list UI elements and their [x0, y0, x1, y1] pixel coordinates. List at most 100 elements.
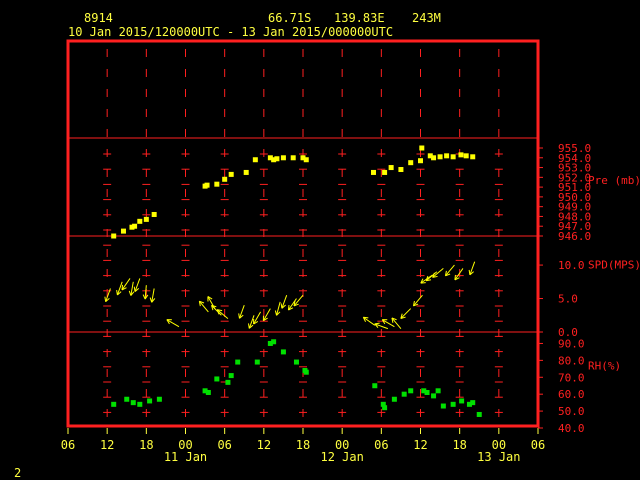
wind-arrow-head — [104, 296, 107, 302]
wind-arrow — [391, 317, 402, 329]
y-tick-label: 5.0 — [558, 293, 578, 306]
rh-point — [130, 400, 136, 406]
x-tick-label: 12 — [413, 438, 427, 452]
y-tick-label: 70.0 — [558, 371, 585, 384]
x-tick-label: 06 — [61, 438, 75, 452]
longitude: 139.83E — [334, 11, 385, 25]
pressure-point — [398, 167, 404, 173]
pressure-point — [243, 169, 249, 175]
plot-axes: 06 12 18 00 06 12 18 00 06 12 18 00 0611 Jan 12 Jan 13… — [61, 142, 640, 464]
wind-arrow — [454, 268, 464, 281]
pressure-point — [419, 145, 425, 151]
pressure-point — [371, 169, 376, 175]
wind-arrow — [128, 281, 135, 296]
wind-arrow-head — [287, 304, 290, 311]
rh-point — [124, 396, 130, 402]
pressure-point — [382, 169, 388, 175]
pressure-point — [204, 182, 210, 188]
rh-point — [372, 383, 378, 389]
wind-arrow — [238, 305, 245, 319]
wind-arrow — [374, 322, 389, 330]
pressure-point — [290, 155, 296, 161]
pressure-point — [463, 153, 469, 159]
x-tick-label: 18 — [139, 438, 153, 452]
y-tick-label: 80.0 — [558, 354, 585, 367]
wind-arrow — [412, 294, 423, 307]
wind-arrow — [274, 301, 281, 316]
pressure-point — [303, 157, 309, 163]
wind-arrow-head — [121, 284, 124, 290]
rh-point — [111, 401, 117, 407]
wind-arrow-head — [128, 290, 132, 296]
pressure-point — [444, 153, 450, 159]
pressure-point — [274, 156, 280, 162]
rh-point — [293, 359, 299, 365]
wind-arrow — [468, 261, 476, 276]
wind-arrow-head — [149, 297, 153, 303]
wind-arrow-head — [238, 313, 240, 319]
wind-arrow — [216, 309, 229, 319]
x-day-label: 11 Jan — [164, 450, 207, 464]
pressure-point — [388, 165, 394, 171]
series-label-2: RH(%) — [588, 360, 621, 373]
rh-point — [459, 398, 465, 404]
pressure-point — [222, 176, 228, 182]
x-tick-label: 12 — [100, 438, 114, 452]
pressure-point — [450, 154, 456, 160]
pressure-point — [431, 155, 437, 161]
pressure-point — [458, 152, 464, 158]
rh-point — [391, 396, 397, 402]
wind-arrow — [166, 319, 180, 328]
wind-arrow-head — [248, 323, 250, 329]
meteogram: 8914 66.71S 139.83E 243M 10 Jan 2015/120… — [14, 11, 640, 480]
time-range: 10 Jan 2015/120000UTC - 13 Jan 2015/0000… — [68, 25, 393, 39]
wind-arrow — [198, 300, 209, 313]
rh-point — [450, 401, 456, 407]
wind-arrow — [133, 278, 141, 292]
series-label-0: Pre (mb) — [588, 174, 640, 187]
rh-point — [271, 339, 277, 345]
rh-point — [156, 396, 162, 402]
rh-point — [440, 403, 446, 409]
pressure-point — [437, 154, 443, 160]
rh-point — [382, 405, 388, 411]
y-tick-label: 955.0 — [558, 142, 591, 155]
y-tick-label: 40.0 — [558, 422, 585, 435]
rh-point — [254, 359, 260, 365]
rh-point — [435, 388, 441, 394]
wind-arrow — [280, 295, 288, 309]
wind-arrow-head — [363, 316, 369, 319]
wind-arrow — [142, 285, 149, 300]
rh-point — [147, 398, 153, 404]
wind-arrow — [253, 311, 262, 325]
rh-point — [214, 376, 220, 382]
pressure-point — [470, 154, 476, 160]
rh-point — [303, 369, 309, 375]
wind-arrow — [432, 268, 444, 278]
rh-point — [280, 349, 286, 355]
x-day-label: 12 Jan — [320, 450, 363, 464]
x-tick-label: 06 — [531, 438, 545, 452]
rh-point — [476, 411, 482, 417]
page-number: 2 — [14, 466, 21, 480]
wind-arrow — [262, 308, 271, 322]
wind-arrow — [116, 281, 123, 296]
pressure-point — [111, 233, 117, 239]
wind-arrow-head — [116, 289, 118, 296]
wind-arrow — [444, 264, 455, 277]
plot-grid — [68, 49, 538, 422]
y-tick-label: 10.0 — [558, 259, 585, 272]
y-tick-label: 60.0 — [558, 388, 585, 401]
wind-arrow — [400, 308, 412, 319]
pressure-point — [228, 171, 234, 177]
pressure-point — [120, 228, 126, 234]
station-id: 8914 — [84, 11, 113, 25]
x-tick-label: 18 — [452, 438, 466, 452]
wind-arrow — [207, 296, 216, 309]
x-tick-label: 18 — [296, 438, 310, 452]
rh-point — [228, 373, 234, 379]
plot-marks — [104, 145, 482, 417]
y-tick-label: 90.0 — [558, 337, 585, 350]
rh-point — [401, 391, 407, 397]
wind-arrow — [425, 271, 438, 282]
